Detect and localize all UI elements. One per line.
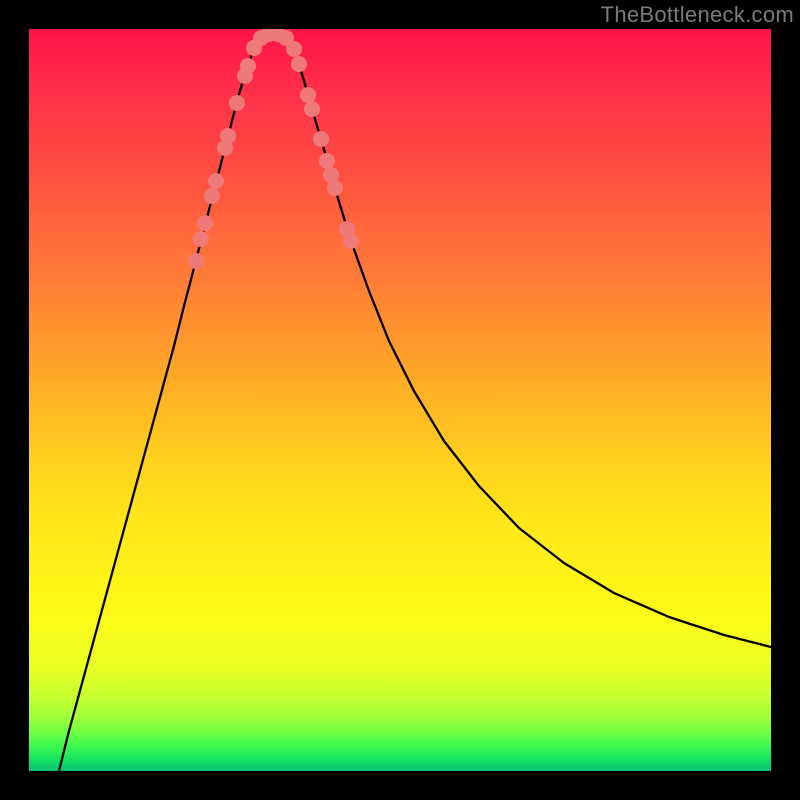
data-marker [343, 233, 359, 249]
data-marker [300, 87, 316, 103]
data-marker [327, 180, 343, 196]
data-marker [304, 101, 320, 117]
data-marker [197, 215, 213, 231]
data-marker [240, 58, 256, 74]
data-marker [188, 253, 204, 269]
data-marker [220, 128, 236, 144]
data-marker [204, 188, 220, 204]
chart-container: TheBottleneck.com [0, 0, 800, 800]
marker-group [188, 29, 359, 269]
watermark-text: TheBottleneck.com [601, 2, 794, 28]
data-marker [229, 95, 245, 111]
bottleneck-curve [59, 34, 771, 771]
data-marker [291, 56, 307, 72]
curve-group [59, 34, 771, 771]
chart-svg [29, 29, 771, 771]
data-marker [286, 41, 302, 57]
data-marker [313, 131, 329, 147]
data-marker [208, 173, 224, 189]
plot-area [29, 29, 771, 771]
data-marker [193, 231, 209, 247]
data-marker [319, 153, 335, 169]
